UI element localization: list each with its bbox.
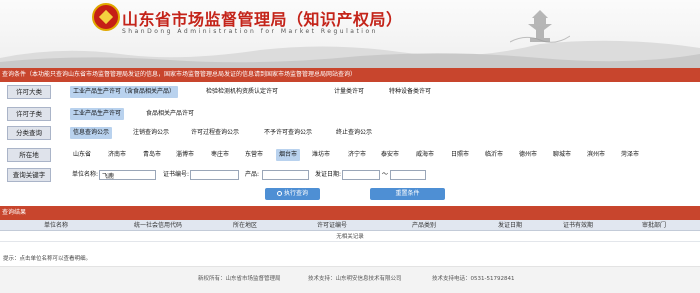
filter-label: 许可大类 [7,85,51,99]
company-name-label: 单位名称: [72,171,99,178]
issue-date-from-input[interactable] [342,170,380,180]
option-special-equipment-license[interactable]: 特种设备类许可 [386,86,434,98]
issue-date-label: 发证日期: [315,171,342,178]
option-city[interactable]: 淄博市 [173,149,197,161]
results-table-header: 单位名称 统一社会信用代码 所在地区 许可证编号 产品类别 发证日期 证书有效期… [0,220,700,231]
option-industrial-product-license[interactable]: 工业产品生产许可 [70,108,125,120]
column-header: 许可证编号 [316,222,348,229]
option-city[interactable]: 青岛市 [140,149,164,161]
site-header: 山东省市场监督管理局（知识产权局） ShanDong Administratio… [0,0,700,68]
option-city[interactable]: 枣庄市 [208,149,232,161]
option-city[interactable]: 临沂市 [482,149,506,161]
pagoda-icon [510,10,570,43]
results-title: 查询结果 [0,206,700,220]
no-records-message: 无相关记录 [0,232,700,242]
option-cancel-query[interactable]: 注销查询公示 [130,127,172,139]
filter-label: 分类查询 [7,126,51,140]
column-header: 单位名称 [43,222,69,229]
footer-tech-support: 技术支持：山东明安信息技术有限公司 [308,276,402,282]
option-city[interactable]: 滨州市 [584,149,608,161]
option-metrology-license[interactable]: 计量类许可 [331,86,367,98]
column-header: 所在地区 [232,222,258,229]
date-range-separator: ～ [382,171,389,178]
option-food-related-license[interactable]: 食品相关产品许可 [143,108,197,120]
filter-row-license-category: 许可大类 工业产品生产许可（含食品相关产品） 检验检测机构资质认定许可 计量类许… [0,83,700,101]
option-city[interactable]: 德州市 [516,149,540,161]
query-conditions-bar: 查询条件（本功能只查询山东省市场监督管理局发证的信息，国家市场监督管理总局发证的… [0,68,700,82]
page-footer: 新权所有：山东省市场监督管理局 技术支持：山东明安信息技术有限公司 技术支持电话… [0,266,700,293]
hint-text: 提示：点击单位名称可以查看明细。 [3,256,92,262]
option-inspection-license[interactable]: 检验检测机构资质认定许可 [203,86,281,98]
reset-button-label: 重置条件 [395,190,420,197]
column-header: 证书有效期 [562,222,594,229]
site-subtitle: ShanDong Administration for Market Regul… [122,28,378,35]
option-city[interactable]: 菏泽市 [618,149,642,161]
option-city[interactable]: 山东省 [70,149,94,161]
option-city[interactable]: 泰安市 [378,149,402,161]
cert-number-label: 证书编号: [163,171,190,178]
cert-number-input[interactable] [190,170,239,180]
column-header: 统一社会信用代码 [133,222,183,229]
option-city-selected[interactable]: 烟台市 [276,149,301,161]
search-button[interactable]: 执行查询 [265,188,320,200]
option-process-query[interactable]: 许可过程查询公示 [188,127,242,139]
filter-row-location: 所在地 山东省 济南市 青岛市 淄博市 枣庄市 东营市 烟台市 潍坊市 济宁市 … [0,146,700,164]
company-name-input[interactable] [99,170,156,180]
option-denied-query[interactable]: 不予许可查询公示 [261,127,315,139]
footer-copyright: 新权所有：山东省市场监督管理局 [198,276,281,282]
option-city[interactable]: 聊城市 [550,149,574,161]
filter-label: 许可子类 [7,107,51,121]
search-button-label: 执行查询 [283,190,308,197]
site-title: 山东省市场监督管理局（知识产权局） [122,10,403,29]
option-city[interactable]: 济南市 [105,149,129,161]
option-city[interactable]: 潍坊市 [309,149,333,161]
search-icon [276,191,282,196]
footer-phone: 技术支持电话：0531-51792841 [432,276,515,282]
filter-row-query-type: 分类查询 信息查询公示 注销查询公示 许可过程查询公示 不予许可查询公示 终止查… [0,124,700,142]
emblem-logo [92,3,120,31]
filter-row-license-subcategory: 许可子类 工业产品生产许可 食品相关产品许可 [0,105,700,123]
column-header: 产品类别 [411,222,437,229]
reset-button[interactable]: 重置条件 [370,188,445,200]
option-info-query[interactable]: 信息查询公示 [70,127,113,139]
option-city[interactable]: 日照市 [448,149,472,161]
option-city[interactable]: 济宁市 [345,149,369,161]
product-input[interactable] [262,170,309,180]
column-header: 审批部门 [641,222,667,229]
filter-row-keyword: 查询关键字 单位名称: 证书编号: 产品: 发证日期: ～ [0,166,700,184]
column-header: 发证日期 [497,222,523,229]
issue-date-to-input[interactable] [390,170,426,180]
filter-label: 查询关键字 [7,168,51,182]
option-industrial-license[interactable]: 工业产品生产许可（含食品相关产品） [70,86,179,98]
product-label: 产品: [245,171,260,178]
option-city[interactable]: 威海市 [413,149,437,161]
option-city[interactable]: 东营市 [242,149,266,161]
filter-label: 所在地 [7,148,51,162]
option-terminate-query[interactable]: 终止查询公示 [333,127,375,139]
